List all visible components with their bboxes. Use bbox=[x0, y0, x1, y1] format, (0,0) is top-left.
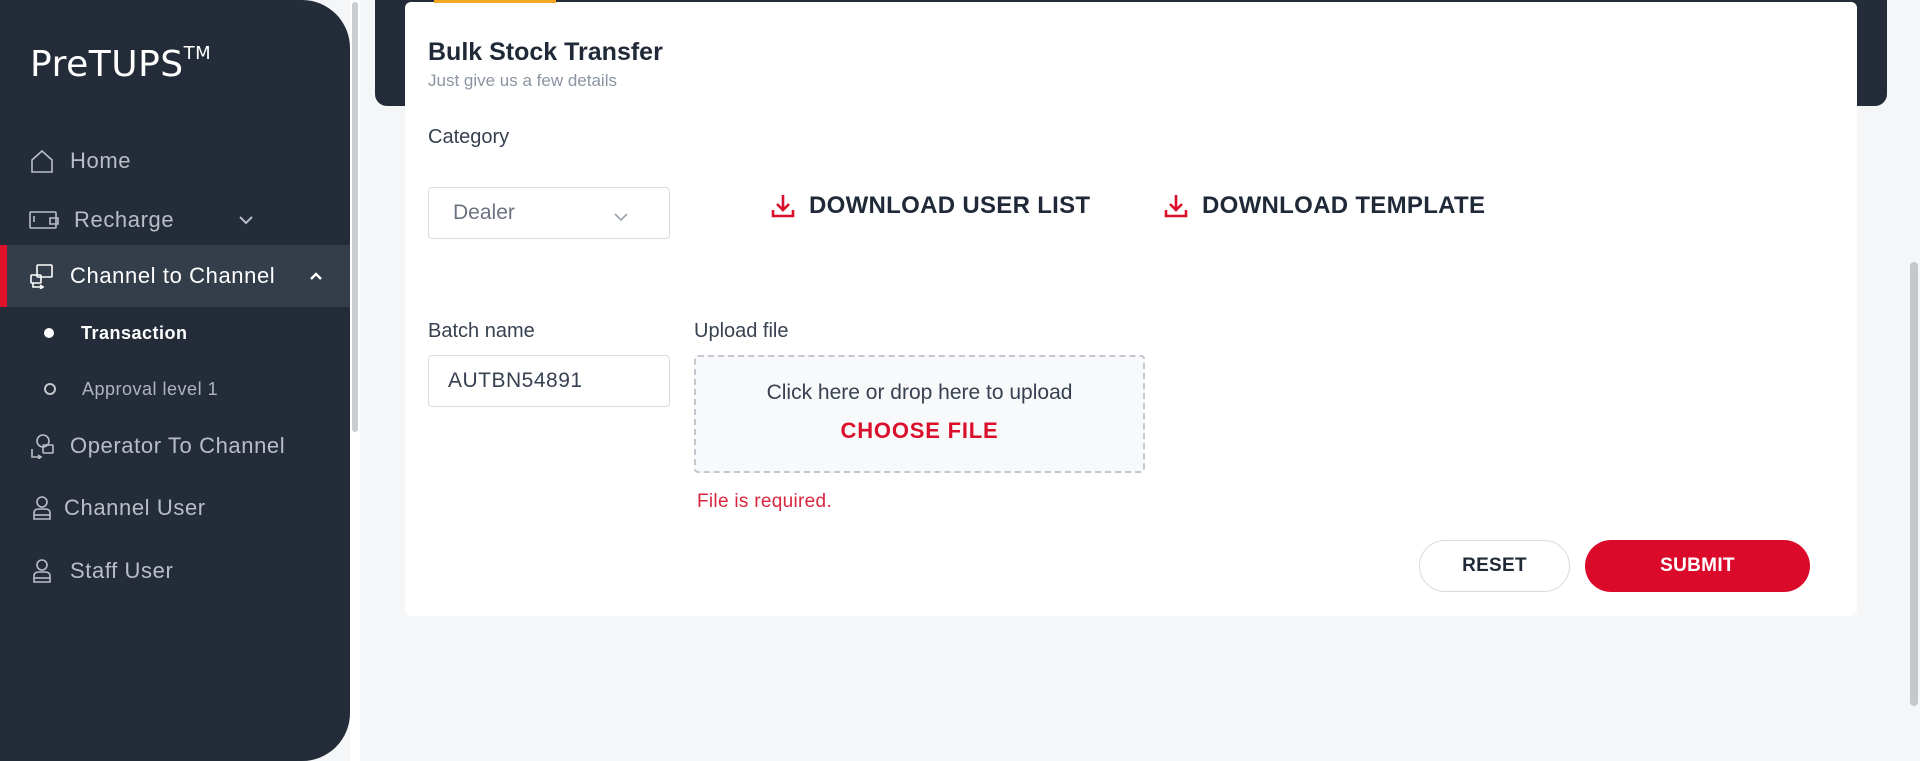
sidebar-item-label: Recharge bbox=[74, 207, 175, 232]
download-user-list-label: DOWNLOAD USER LIST bbox=[809, 192, 1091, 219]
batch-name-input[interactable]: AUTBN54891 bbox=[428, 355, 670, 407]
page-subtitle: Just give us a few details bbox=[428, 71, 617, 90]
sidebar: PreTUPSTM Home Recharge Channel to Chann… bbox=[0, 0, 350, 761]
page-title: Bulk Stock Transfer bbox=[428, 38, 663, 66]
chevron-down-icon[interactable] bbox=[236, 210, 256, 230]
choose-file-button[interactable]: CHOOSE FILE bbox=[696, 418, 1143, 444]
sidebar-scrollbar-thumb[interactable] bbox=[352, 2, 358, 432]
logo-text: PreTUPS bbox=[30, 44, 184, 85]
chevron-up-icon[interactable] bbox=[306, 266, 326, 286]
subitem-label: Transaction bbox=[81, 322, 188, 343]
sidebar-item-channel-to-channel[interactable]: Channel to Channel bbox=[0, 245, 350, 307]
sidebar-item-label: Channel User bbox=[64, 495, 206, 520]
user-icon bbox=[28, 494, 56, 522]
download-template-label: DOWNLOAD TEMPLATE bbox=[1202, 192, 1486, 219]
subitem-label: Approval level 1 bbox=[82, 378, 219, 399]
sidebar-item-operator-to-channel[interactable]: Operator To Channel bbox=[0, 415, 350, 477]
sidebar-subitem-transaction[interactable]: Transaction bbox=[0, 313, 350, 353]
sidebar-item-home[interactable]: Home bbox=[0, 130, 350, 192]
batch-name-value: AUTBN54891 bbox=[448, 369, 583, 392]
tab-accent bbox=[434, 0, 556, 3]
category-label: Category bbox=[428, 126, 510, 148]
submit-button[interactable]: SUBMIT bbox=[1585, 540, 1810, 592]
download-icon bbox=[1164, 192, 1190, 220]
sidebar-item-label: Staff User bbox=[70, 558, 174, 583]
download-template-button[interactable]: DOWNLOAD TEMPLATE bbox=[1164, 189, 1485, 223]
hollow-bullet-icon bbox=[44, 383, 56, 395]
sidebar-item-channel-user[interactable]: Channel User bbox=[0, 477, 350, 539]
operator-transfer-icon bbox=[28, 432, 56, 460]
download-icon bbox=[771, 192, 797, 220]
category-select[interactable]: Dealer bbox=[428, 187, 670, 239]
page-scrollbar-thumb[interactable] bbox=[1910, 262, 1918, 706]
file-dropzone[interactable]: Click here or drop here to upload CHOOSE… bbox=[694, 355, 1145, 473]
category-selected-value: Dealer bbox=[453, 201, 515, 224]
staff-user-icon bbox=[28, 557, 56, 585]
chevron-down-icon bbox=[613, 204, 629, 228]
sidebar-item-label: Home bbox=[70, 148, 132, 173]
channel-transfer-icon bbox=[28, 262, 56, 290]
batch-name-label: Batch name bbox=[428, 320, 535, 342]
active-indicator bbox=[0, 245, 7, 307]
sidebar-subitem-approval-level-1[interactable]: Approval level 1 bbox=[0, 369, 350, 409]
file-required-error: File is required. bbox=[697, 491, 832, 512]
home-icon bbox=[28, 147, 56, 175]
sidebar-item-recharge[interactable]: Recharge bbox=[0, 189, 350, 251]
reset-button[interactable]: RESET bbox=[1419, 540, 1570, 592]
app-logo[interactable]: PreTUPSTM bbox=[30, 43, 212, 85]
dropzone-hint: Click here or drop here to upload bbox=[766, 381, 1073, 404]
sidebar-item-staff-user[interactable]: Staff User bbox=[0, 540, 350, 602]
form-card bbox=[405, 2, 1857, 616]
sidebar-item-label: Channel to Channel bbox=[70, 263, 276, 288]
logo-trademark: TM bbox=[183, 43, 212, 64]
download-user-list-button[interactable]: DOWNLOAD USER LIST bbox=[771, 189, 1090, 223]
bullet-icon bbox=[44, 328, 54, 338]
sidebar-item-label: Operator To Channel bbox=[70, 433, 286, 458]
upload-file-label: Upload file bbox=[694, 320, 789, 342]
recharge-icon bbox=[28, 206, 60, 234]
